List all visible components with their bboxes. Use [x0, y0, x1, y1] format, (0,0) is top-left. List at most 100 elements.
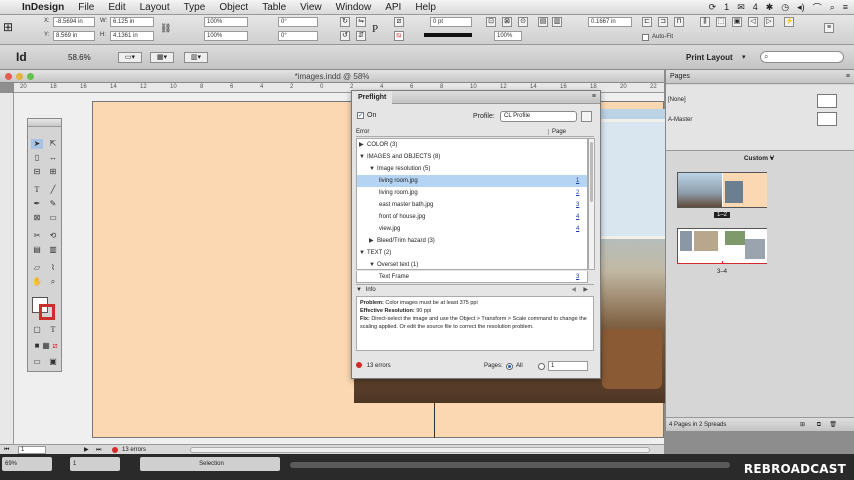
page-number-field[interactable]: 1 [18, 446, 46, 454]
menu-edit[interactable]: Edit [108, 2, 125, 13]
menu-table[interactable]: Table [262, 2, 286, 13]
auto-fit-checkbox[interactable] [642, 34, 649, 41]
flip-horizontal-icon[interactable]: ⇋ [356, 17, 366, 27]
opacity-field[interactable]: 100% [494, 31, 522, 41]
menu-file[interactable]: File [78, 2, 94, 13]
y-field[interactable]: 8.569 in [53, 31, 95, 41]
master-a[interactable]: A-Master [668, 117, 692, 123]
stroke-style-select[interactable] [424, 33, 472, 37]
status-tool-field[interactable]: Selection [140, 457, 280, 471]
menu-object[interactable]: Object [219, 2, 248, 13]
fill-swatch-icon[interactable]: ⧄ [394, 17, 404, 27]
free-transform-tool-icon[interactable]: ⟲ [47, 231, 59, 241]
list-item[interactable]: living room.jpg 2 [357, 187, 587, 199]
gift-icon[interactable]: ✉ [737, 2, 745, 13]
zoom-level[interactable]: 58.6% [68, 53, 91, 62]
list-icon[interactable]: ≡ [843, 2, 848, 12]
arrange-documents-button[interactable]: ▥▾ [184, 52, 208, 63]
distribute-icon[interactable]: ⫼ [700, 17, 710, 27]
minimize-window-icon[interactable] [16, 73, 23, 80]
scissors-tool-icon[interactable]: ✂ [31, 231, 43, 241]
list-item[interactable]: east master bath.jpg 3 [357, 199, 587, 211]
expanded-triangle-icon[interactable]: ▼ [356, 285, 364, 295]
quick-apply-icon[interactable]: ⚡ [784, 17, 794, 27]
hand-tool-icon[interactable]: ✋ [31, 277, 43, 287]
gradient-feather-tool-icon[interactable]: ▥ [47, 245, 59, 255]
h-field[interactable]: 4.1361 in [110, 31, 154, 41]
delete-page-icon[interactable]: 🗑 [829, 418, 837, 432]
search-icon[interactable]: ⌕ [830, 2, 835, 13]
collapsed-triangle-icon[interactable]: ▶ [359, 139, 367, 151]
preflight-on-checkbox[interactable]: ✓ [357, 112, 364, 119]
pages-range-radio[interactable] [538, 363, 545, 370]
preview-view-icon[interactable]: ▣ [47, 357, 59, 367]
rotate-field[interactable]: 0° [278, 17, 318, 27]
previous-error-icon[interactable]: ◀ [571, 285, 576, 295]
menu-layout[interactable]: Layout [140, 2, 170, 13]
menu-app-name[interactable]: InDesign [22, 2, 64, 13]
stroke-weight-field[interactable]: 0 pt [430, 17, 472, 27]
proxy-p-icon[interactable]: P [372, 23, 378, 35]
vertical-ruler[interactable] [0, 93, 14, 444]
gradient-tool-icon[interactable]: ▤ [31, 245, 43, 255]
profile-options-button[interactable] [581, 111, 592, 122]
eyedropper-tool-icon[interactable]: ⌇ [47, 263, 59, 273]
expanded-triangle-icon[interactable]: ▼ [369, 163, 377, 175]
align-left-icon[interactable]: ⊏ [642, 17, 652, 27]
reference-point-icon[interactable]: ⊞ [3, 20, 13, 34]
scale-x-field[interactable]: 100% [204, 17, 248, 27]
note-tool-icon[interactable]: ▱ [31, 263, 43, 273]
w-field[interactable]: 6.125 in [110, 17, 154, 27]
content-collector-icon[interactable]: ⊟ [31, 167, 43, 177]
column-error[interactable]: Error [356, 129, 369, 135]
scrollbar-thumb[interactable] [590, 142, 593, 202]
edit-page-size-icon[interactable]: ⊞ [800, 418, 805, 432]
gap-tool-icon[interactable]: ↔ [47, 153, 59, 163]
zoom-window-icon[interactable] [27, 73, 34, 80]
status-page-field[interactable]: 1 [70, 457, 120, 471]
constrain-proportions-icon[interactable]: ⛓ [160, 23, 171, 34]
wrap-box-icon[interactable]: ▥ [552, 17, 562, 27]
page-link[interactable]: 3 [576, 199, 579, 211]
content-placer-icon[interactable]: ⊞ [47, 167, 59, 177]
expanded-triangle-icon[interactable]: ▼ [369, 259, 377, 269]
page-link[interactable]: 4 [576, 211, 579, 223]
list-item[interactable]: Text Frame 3 [356, 271, 588, 283]
master-none[interactable]: [None] [668, 97, 686, 103]
screen-mode-button[interactable]: ▦▾ [150, 52, 174, 63]
fit-content-icon[interactable]: ⊡ [486, 17, 496, 27]
panel-menu-icon[interactable]: ≡ [592, 93, 596, 100]
menu-type[interactable]: Type [184, 2, 206, 13]
profile-select[interactable]: CL Profile [500, 111, 577, 122]
expanded-triangle-icon[interactable]: ▼ [359, 151, 367, 163]
expanded-triangle-icon[interactable]: ▼ [359, 247, 367, 259]
pencil-tool-icon[interactable]: ✎ [47, 199, 59, 209]
list-item[interactable]: ▼ Overset text (1) [357, 259, 587, 269]
status-scrollbar[interactable] [290, 462, 730, 468]
page-size-dropdown-icon[interactable]: ▾ [770, 155, 773, 162]
stroke-swatch-icon[interactable]: ⧅ [394, 31, 404, 41]
menu-window[interactable]: Window [336, 2, 372, 13]
next-error-icon[interactable]: ▶ [583, 285, 588, 295]
list-item[interactable]: view.jpg 4 [357, 223, 587, 235]
pen-tool-icon[interactable]: ✒ [31, 199, 43, 209]
fill-stroke-swatch-icon[interactable] [32, 297, 56, 321]
view-options-button[interactable]: ▭▾ [118, 52, 142, 63]
page-2-thumbnail[interactable] [723, 173, 767, 207]
select-content-icon[interactable]: ▣ [732, 17, 742, 27]
panel-menu-icon[interactable]: ≡ [846, 70, 850, 84]
list-item[interactable]: ▼ TEXT (2) [357, 247, 587, 259]
page-tool-icon[interactable]: ▯ [31, 153, 43, 163]
list-item[interactable]: ▶ Bleed/Trim hazard (3) [357, 235, 587, 247]
menu-help[interactable]: Help [415, 2, 436, 13]
help-search-input[interactable] [760, 51, 844, 63]
error-list-scrollbar[interactable] [588, 138, 595, 270]
center-content-icon[interactable]: ⊙ [518, 17, 528, 27]
list-item[interactable]: ▶ COLOR (3) [357, 139, 587, 151]
status-zoom-field[interactable]: 69% [2, 457, 52, 471]
master-none-thumbnail[interactable] [817, 94, 837, 108]
clock-icon[interactable]: ◷ [781, 2, 789, 13]
pages-range-field[interactable]: 1 [548, 361, 588, 371]
apply-none-icon[interactable]: ⧄ [49, 341, 61, 351]
selection-tool-icon[interactable]: ➤ [31, 139, 43, 149]
